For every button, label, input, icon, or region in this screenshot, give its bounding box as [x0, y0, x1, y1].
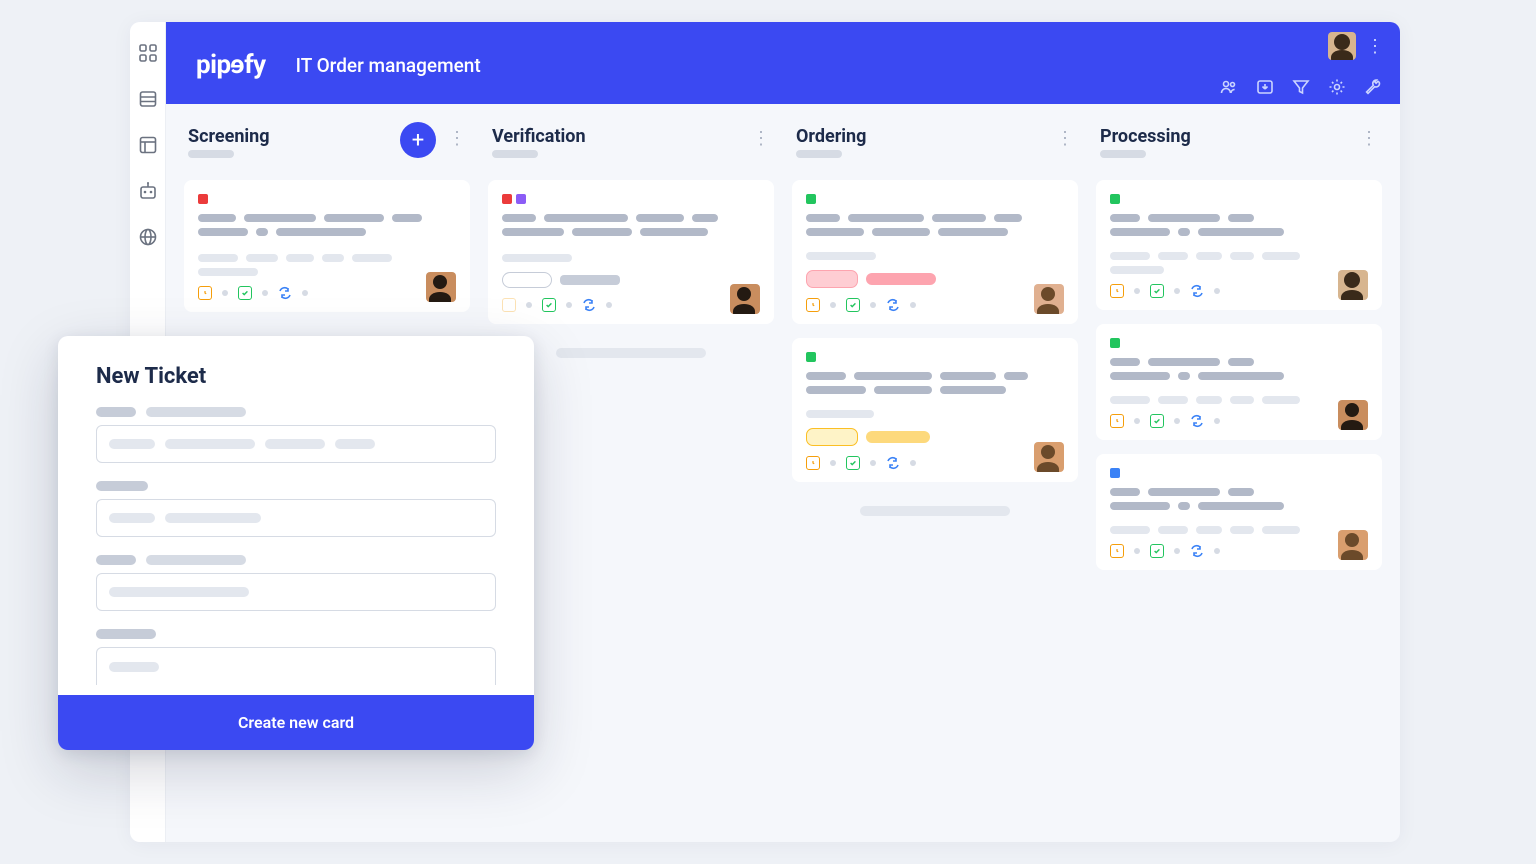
tag-red: [198, 194, 208, 204]
column-title: Screening: [188, 126, 270, 147]
card-item[interactable]: [1096, 454, 1382, 570]
column-subtitle-placeholder: [1100, 150, 1146, 158]
card-item[interactable]: [792, 338, 1078, 482]
sync-icon: [1190, 414, 1204, 428]
text-input[interactable]: [96, 573, 496, 611]
column-footer-placeholder: [860, 506, 1010, 516]
new-ticket-modal: New Ticket Create new card: [58, 336, 534, 750]
import-icon[interactable]: [1256, 78, 1274, 96]
report-icon[interactable]: [137, 134, 159, 156]
column-menu-icon[interactable]: ⋮: [448, 128, 466, 149]
clock-icon: [806, 456, 820, 470]
tag-red: [502, 194, 512, 204]
check-icon: [1150, 544, 1164, 558]
text-input[interactable]: [96, 425, 496, 463]
clock-icon: [1110, 284, 1124, 298]
column-screening: Screening + ⋮: [184, 122, 470, 312]
clock-icon: [502, 298, 516, 312]
column-ordering: Ordering ⋮: [792, 122, 1078, 516]
column-subtitle-placeholder: [796, 150, 842, 158]
column-header: Verification ⋮: [488, 122, 774, 166]
form-field: [96, 481, 496, 537]
database-icon[interactable]: [137, 88, 159, 110]
column-processing: Processing ⋮: [1096, 122, 1382, 570]
header-toolbar: [1220, 78, 1382, 96]
tag-purple: [516, 194, 526, 204]
brand-logo[interactable]: pipefy: [196, 50, 266, 80]
text-input[interactable]: [96, 647, 496, 685]
column-subtitle-placeholder: [188, 150, 234, 158]
clock-icon: [198, 286, 212, 300]
card-item[interactable]: [488, 180, 774, 324]
assignee-avatar[interactable]: [1034, 442, 1064, 472]
column-verification: Verification ⋮: [488, 122, 774, 358]
header-top-actions: ⋮: [1328, 32, 1382, 60]
create-card-button[interactable]: Create new card: [58, 695, 534, 750]
tag-green: [1110, 194, 1120, 204]
assignee-avatar[interactable]: [1338, 400, 1368, 430]
globe-icon[interactable]: [137, 226, 159, 248]
column-menu-icon[interactable]: ⋮: [752, 128, 770, 149]
text-input[interactable]: [96, 499, 496, 537]
tag-green: [806, 194, 816, 204]
tag-blue: [1110, 468, 1120, 478]
column-title: Verification: [492, 126, 586, 147]
column-footer-placeholder: [556, 348, 706, 358]
user-avatar[interactable]: [1328, 32, 1356, 60]
sync-icon: [278, 286, 292, 300]
more-menu-icon[interactable]: ⋮: [1366, 36, 1382, 57]
sync-icon: [886, 456, 900, 470]
page-title: IT Order management: [296, 54, 481, 77]
tag-green: [1110, 338, 1120, 348]
check-icon: [846, 456, 860, 470]
column-header: Processing ⋮: [1096, 122, 1382, 166]
column-menu-icon[interactable]: ⋮: [1056, 128, 1074, 149]
tag-green: [806, 352, 816, 362]
sync-icon: [886, 298, 900, 312]
column-menu-icon[interactable]: ⋮: [1360, 128, 1378, 149]
sync-icon: [1190, 284, 1204, 298]
assignee-avatar[interactable]: [730, 284, 760, 314]
settings-icon[interactable]: [1328, 78, 1346, 96]
form-field: [96, 555, 496, 611]
card-item[interactable]: [1096, 180, 1382, 310]
assignee-avatar[interactable]: [426, 272, 456, 302]
assignee-avatar[interactable]: [1338, 270, 1368, 300]
modal-title: New Ticket: [96, 364, 496, 389]
column-header: Screening + ⋮: [184, 122, 470, 166]
dashboard-icon[interactable]: [137, 42, 159, 64]
form-field: [96, 629, 496, 685]
filter-icon[interactable]: [1292, 78, 1310, 96]
form-field: [96, 407, 496, 463]
clock-icon: [1110, 414, 1124, 428]
column-header: Ordering ⋮: [792, 122, 1078, 166]
card-item[interactable]: [184, 180, 470, 312]
check-icon: [542, 298, 556, 312]
check-icon: [238, 286, 252, 300]
check-icon: [846, 298, 860, 312]
check-icon: [1150, 284, 1164, 298]
clock-icon: [806, 298, 820, 312]
card-item[interactable]: [1096, 324, 1382, 440]
sync-icon: [582, 298, 596, 312]
header-bar: pipefy IT Order management ⋮: [166, 22, 1400, 104]
card-item[interactable]: [792, 180, 1078, 324]
sync-icon: [1190, 544, 1204, 558]
column-subtitle-placeholder: [492, 150, 538, 158]
add-card-button[interactable]: +: [400, 122, 436, 158]
column-title: Ordering: [796, 126, 866, 147]
assignee-avatar[interactable]: [1034, 284, 1064, 314]
clock-icon: [1110, 544, 1124, 558]
assignee-avatar[interactable]: [1338, 530, 1368, 560]
check-icon: [1150, 414, 1164, 428]
column-title: Processing: [1100, 126, 1191, 147]
robot-icon[interactable]: [137, 180, 159, 202]
wrench-icon[interactable]: [1364, 78, 1382, 96]
members-icon[interactable]: [1220, 78, 1238, 96]
